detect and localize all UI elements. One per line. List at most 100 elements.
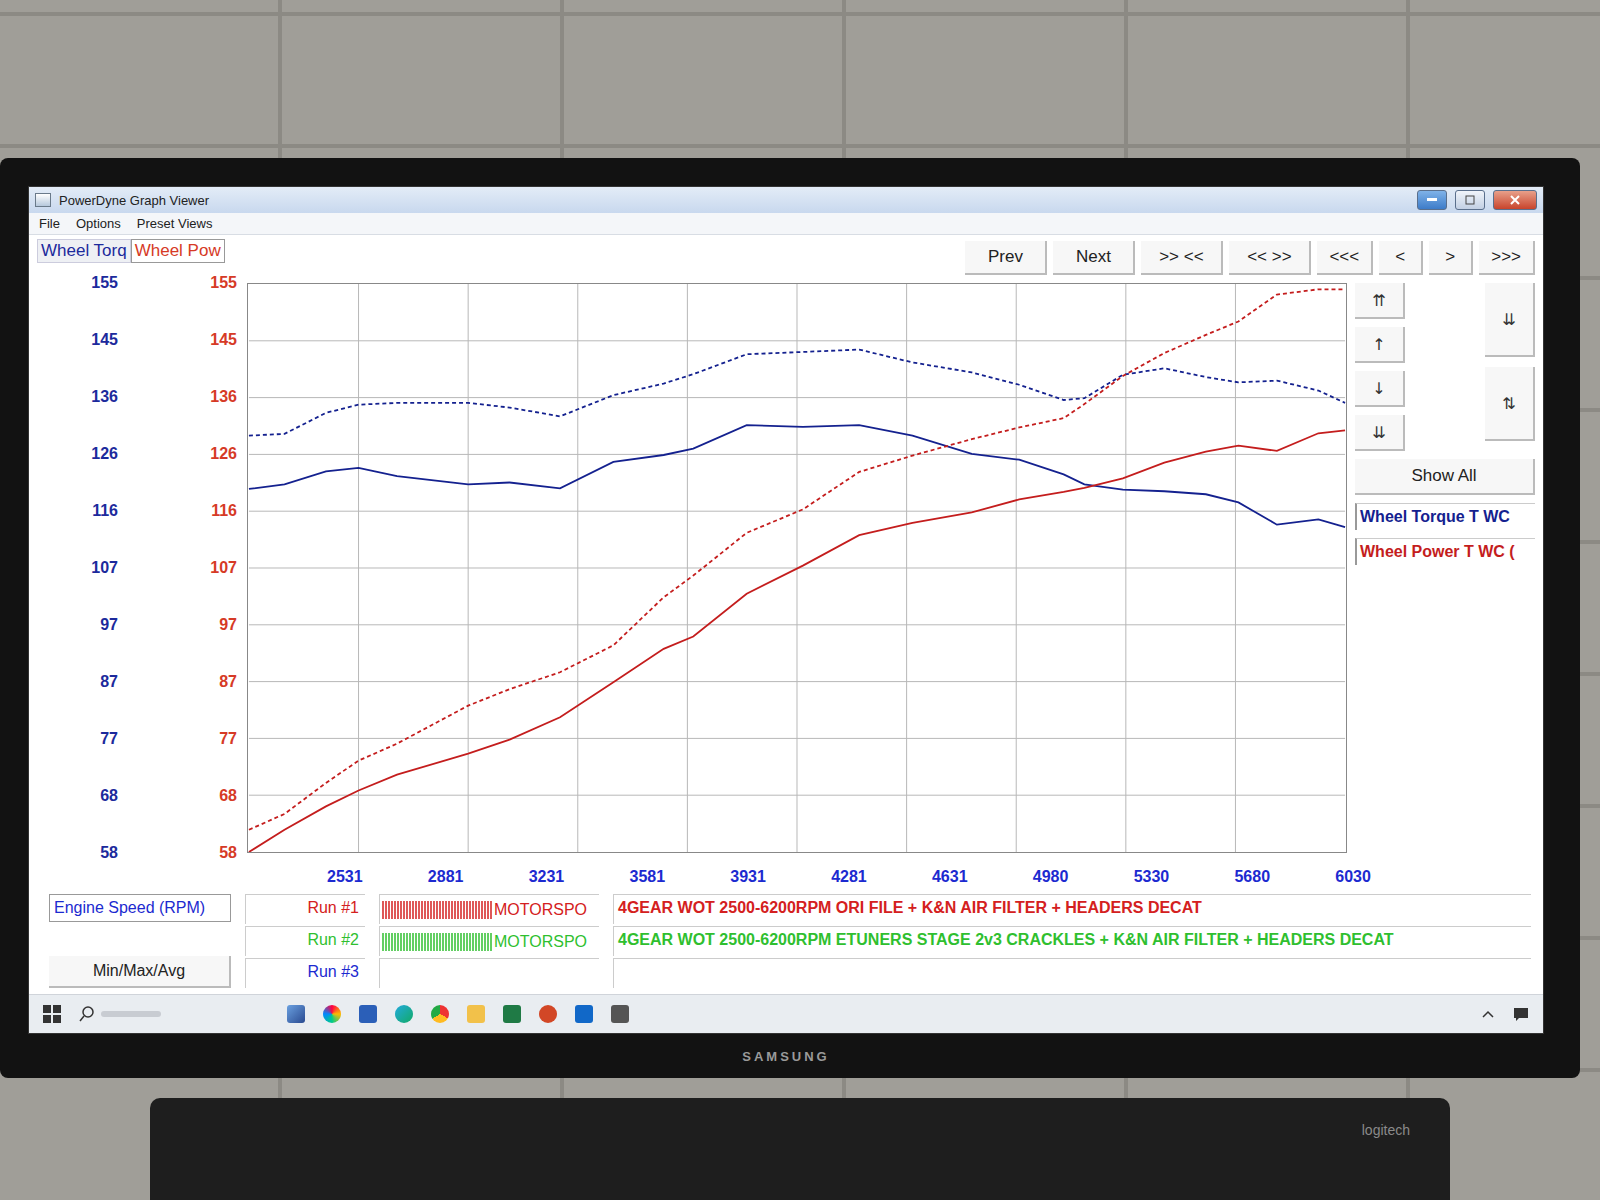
y-tick: 126 <box>91 445 118 463</box>
menu-bar: File Options Preset Views <box>29 213 1543 235</box>
y-tick: 155 <box>91 274 118 292</box>
search-placeholder-blur <box>101 1011 161 1017</box>
powerpoint-icon[interactable] <box>539 1005 557 1023</box>
scroll-button[interactable]: ⇅ <box>1485 367 1535 441</box>
scroll-column: ⇊⇅ <box>1485 283 1535 451</box>
grid-line <box>249 738 1345 739</box>
y-tick: 68 <box>219 787 237 805</box>
monitor: PowerDyne Graph Viewer File Options Preset … <box>0 158 1580 1078</box>
toolbar-button[interactable]: <<< <box>1317 241 1373 275</box>
x-tick: 3231 <box>529 868 565 886</box>
toolbar-button[interactable]: Next <box>1053 241 1135 275</box>
outlook-icon[interactable] <box>575 1005 593 1023</box>
powerdyne-icon[interactable] <box>611 1005 629 1023</box>
photo-scene: PowerDyne Graph Viewer File Options Preset … <box>0 0 1600 1200</box>
min-max-avg-button[interactable]: Min/Max/Avg <box>49 956 231 988</box>
close-button[interactable] <box>1493 190 1537 210</box>
power-axis: 1551451361261161079787776858 <box>132 274 247 862</box>
torque-axis: 1551451361261161079787776858 <box>37 274 132 862</box>
word-icon[interactable] <box>359 1005 377 1023</box>
run-description: 4GEAR WOT 2500-6200RPM ETUNERS STAGE 2v3… <box>613 926 1531 956</box>
toolbar-button[interactable]: < <box>1379 241 1423 275</box>
scroll-button[interactable]: ↓ <box>1355 371 1405 407</box>
keyboard: logitech <box>150 1098 1450 1200</box>
y-tick: 97 <box>219 616 237 634</box>
tray-chevron-icon[interactable] <box>1481 1009 1495 1019</box>
y-tick: 77 <box>219 730 237 748</box>
run-swatch <box>382 965 492 983</box>
x-tick: 3931 <box>730 868 766 886</box>
toolbar-button[interactable]: Prev <box>965 241 1047 275</box>
y-tick: 136 <box>210 388 237 406</box>
close-icon <box>1510 195 1520 205</box>
y-tick: 145 <box>210 331 237 349</box>
y-tick: 116 <box>211 502 237 520</box>
x-axis: 2531288132313581393142814631498053305680… <box>247 862 1371 890</box>
grid-line <box>1016 284 1017 852</box>
axis-tab[interactable]: Wheel Pow <box>131 239 225 263</box>
run-name: MOTORSPO <box>379 894 599 924</box>
grid-line <box>249 681 1345 682</box>
y-tick: 58 <box>219 844 237 862</box>
x-tick: 4631 <box>932 868 968 886</box>
y-tick: 97 <box>100 616 118 634</box>
windows-start-icon[interactable] <box>43 1005 61 1023</box>
y-tick: 107 <box>91 559 118 577</box>
y-tick: 87 <box>100 673 118 691</box>
keyboard-brand: logitech <box>1362 1122 1410 1200</box>
scroll-button[interactable]: ⇊ <box>1355 415 1405 451</box>
legend-item[interactable]: Wheel Torque T WC <box>1355 503 1535 530</box>
run-row[interactable]: Run #2 MOTORSPO 4GEAR WOT 2500-6200RPM ETU… <box>245 926 1531 956</box>
file-explorer-icon[interactable] <box>467 1005 485 1023</box>
scroll-button[interactable]: ⇈ <box>1355 283 1405 319</box>
maximize-button[interactable] <box>1455 190 1485 210</box>
x-tick: 3581 <box>629 868 665 886</box>
y-tick: 107 <box>210 559 237 577</box>
app-icon <box>35 193 51 207</box>
bird-wallpaper-icon[interactable] <box>287 1005 305 1023</box>
menu-item[interactable]: Options <box>76 216 121 231</box>
run-name-text: MOTORSPO <box>494 933 587 951</box>
menu-item[interactable]: File <box>39 216 60 231</box>
run-swatch <box>382 933 492 951</box>
taskbar-search[interactable] <box>79 1003 269 1025</box>
window-title: PowerDyne Graph Viewer <box>59 193 1409 208</box>
toolbar-button[interactable]: >> << <box>1141 241 1223 275</box>
minimize-icon <box>1427 198 1437 202</box>
x-tick: 2531 <box>327 868 363 886</box>
y-tick: 145 <box>91 331 118 349</box>
toolbar-button[interactable]: > <box>1429 241 1473 275</box>
desk: logitech <box>0 1078 1600 1200</box>
edge-icon[interactable] <box>395 1005 413 1023</box>
run-label: Run #2 <box>245 926 365 956</box>
taskbar <box>29 994 1543 1033</box>
minimize-button[interactable] <box>1417 190 1447 210</box>
y-tick: 136 <box>91 388 118 406</box>
y-tick: 58 <box>100 844 118 862</box>
scroll-button[interactable]: ↑ <box>1355 327 1405 363</box>
x-axis-label[interactable]: Engine Speed (RPM) <box>49 894 231 922</box>
chrome-icon[interactable] <box>431 1005 449 1023</box>
run-description: 4GEAR WOT 2500-6200RPM ORI FILE + K&N AI… <box>613 894 1531 924</box>
legend-item[interactable]: Wheel Power T WC ( <box>1355 538 1535 565</box>
power-line <box>249 430 1345 852</box>
scroll-button[interactable]: ⇊ <box>1485 283 1535 357</box>
copilot-icon[interactable] <box>323 1005 341 1023</box>
runs-panel: Engine Speed (RPM) Min/Max/Avg Run #1MOTOR… <box>29 890 1543 994</box>
run-name <box>379 958 599 988</box>
toolbar-button[interactable]: >>> <box>1479 241 1535 275</box>
menu-item[interactable]: Preset Views <box>137 216 213 231</box>
excel-icon[interactable] <box>503 1005 521 1023</box>
dyno-plot[interactable] <box>247 283 1347 853</box>
grid-line <box>1125 284 1126 852</box>
run-name-text: MOTORSPO <box>494 901 587 919</box>
toolbar-button[interactable]: << >> <box>1229 241 1311 275</box>
run-row[interactable]: Run #1MOTORSPO4GEAR WOT 2500-6200RPM ORI… <box>245 894 1531 924</box>
notification-icon[interactable] <box>1513 1006 1529 1022</box>
show-all-button[interactable]: Show All <box>1355 459 1535 495</box>
x-tick: 5330 <box>1134 868 1170 886</box>
torque-line <box>249 350 1345 436</box>
run-row[interactable]: Run #3 <box>245 958 1531 988</box>
axis-tab[interactable]: Wheel Torq <box>37 239 131 263</box>
run-description <box>613 958 1531 988</box>
